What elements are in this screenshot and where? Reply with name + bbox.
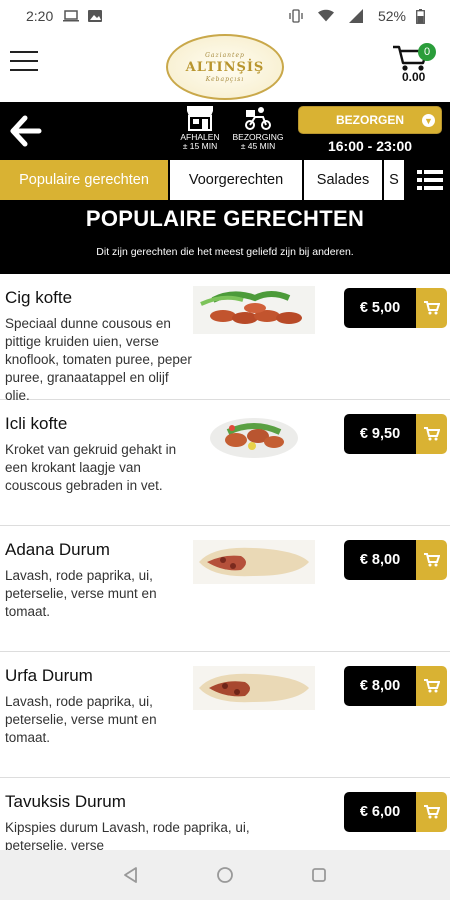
product-image <box>193 540 315 584</box>
order-mode-select[interactable]: BEZORGEN ▼ <box>298 106 442 134</box>
product-description: Lavash, rode paprika, ui, peterselie, ve… <box>5 568 157 619</box>
system-navigation-bar <box>0 850 450 900</box>
delivery-time: ± 45 MIN <box>240 141 276 151</box>
section-header: POPULAIRE GERECHTEN Dit zijn gerechten d… <box>0 200 450 274</box>
product-name: Urfa Durum <box>5 666 93 685</box>
chevron-down-icon: ▼ <box>422 114 435 127</box>
status-bar: 2:20 52% <box>0 0 450 32</box>
tab-voorgerechten[interactable]: Voorgerechten <box>170 160 304 200</box>
add-to-cart-button[interactable]: € 8,00 <box>344 666 447 706</box>
add-to-cart-button[interactable]: € 6,00 <box>344 792 447 832</box>
cart-icon <box>416 540 447 580</box>
tab-next-category[interactable]: S <box>384 160 406 200</box>
delivery-option[interactable]: BEZORGING ± 45 MIN <box>228 104 288 151</box>
logo-name: ALTINŞİŞ <box>185 59 265 75</box>
pickup-time: ± 15 MIN <box>182 141 218 151</box>
product-item[interactable]: Tavuksis Durum Kipspies durum Lavash, ro… <box>0 778 450 850</box>
pickup-option[interactable]: AFHALEN ± 15 MIN <box>170 104 230 151</box>
product-name: Adana Durum <box>5 540 110 559</box>
cart-total: 0.00 <box>402 70 426 84</box>
cart-icon <box>416 666 447 706</box>
status-time: 2:20 <box>26 8 54 24</box>
cart-button[interactable]: 0 0.00 <box>392 38 442 94</box>
product-description: Kipspies durum Lavash, rode paprika, ui,… <box>5 820 250 850</box>
signal-icon <box>348 9 364 23</box>
add-to-cart-button[interactable]: € 8,00 <box>344 540 447 580</box>
image-icon <box>87 9 103 23</box>
tab-salades[interactable]: Salades <box>304 160 384 200</box>
nav-recents-icon[interactable] <box>307 863 331 887</box>
product-description: Speciaal dunne cousous en pittige kruide… <box>5 316 192 403</box>
add-to-cart-button[interactable]: € 9,50 <box>344 414 447 454</box>
order-mode-value: BEZORGEN <box>335 113 404 127</box>
laptop-icon <box>63 9 80 23</box>
wifi-icon <box>317 9 334 23</box>
product-description: Lavash, rode paprika, ui, peterselie, ve… <box>5 694 157 745</box>
delivery-bar: AFHALEN ± 15 MIN BEZORGING ± 45 MIN BEZO… <box>0 102 450 160</box>
opening-hours: 16:00 - 23:00 <box>327 138 413 154</box>
cart-count-badge: 0 <box>418 43 436 61</box>
battery-icon <box>412 8 428 24</box>
product-name: Tavuksis Durum <box>5 792 126 811</box>
section-subtitle: Dit zijn gerechten die het meest geliefd… <box>96 246 354 258</box>
restaurant-logo[interactable]: Gaziantep ALTINŞİŞ Kebapçısı <box>166 34 284 100</box>
back-arrow-icon[interactable] <box>8 114 42 148</box>
cart-icon <box>416 414 447 454</box>
product-price: € 8,00 <box>344 666 416 706</box>
scooter-icon <box>245 107 271 130</box>
product-price: € 9,50 <box>344 414 416 454</box>
add-to-cart-button[interactable]: € 5,00 <box>344 288 447 328</box>
battery-level: 52% <box>377 8 406 24</box>
section-title: POPULAIRE GERECHTEN <box>85 206 365 231</box>
vibrate-icon <box>288 9 304 23</box>
logo-tagline: Gaziantep <box>205 51 245 59</box>
product-image <box>193 666 315 710</box>
product-item[interactable]: Urfa Durum Lavash, rode paprika, ui, pet… <box>0 652 450 778</box>
category-tabs: Populaire gerechten Voorgerechten Salade… <box>0 160 450 200</box>
hamburger-menu-icon[interactable] <box>10 51 40 73</box>
product-name: Cig kofte <box>5 288 73 307</box>
product-list: Cig kofte Speciaal dunne cousous en pitt… <box>0 274 450 850</box>
product-image <box>210 418 298 458</box>
product-description: Kroket van gekruid gehakt in een krokant… <box>5 442 177 493</box>
product-item[interactable]: Icli kofte Kroket van gekruid gehakt in … <box>0 400 450 526</box>
product-item[interactable]: Adana Durum Lavash, rode paprika, ui, pe… <box>0 526 450 652</box>
product-item[interactable]: Cig kofte Speciaal dunne cousous en pitt… <box>0 274 450 403</box>
cart-icon <box>416 288 447 328</box>
logo-subtitle: Kebapçısı <box>205 75 245 83</box>
product-name: Icli kofte <box>5 414 68 433</box>
app-header: Gaziantep ALTINŞİŞ Kebapçısı 0 0.00 <box>0 32 450 102</box>
cart-icon <box>416 792 447 832</box>
product-price: € 6,00 <box>344 792 416 832</box>
tab-populaire-gerechten[interactable]: Populaire gerechten <box>0 160 170 200</box>
store-icon <box>187 106 213 131</box>
product-price: € 5,00 <box>344 288 416 328</box>
product-price: € 8,00 <box>344 540 416 580</box>
nav-back-icon[interactable] <box>119 863 143 887</box>
product-image <box>193 286 315 334</box>
nav-home-icon[interactable] <box>213 863 237 887</box>
category-list-icon[interactable] <box>410 160 450 200</box>
